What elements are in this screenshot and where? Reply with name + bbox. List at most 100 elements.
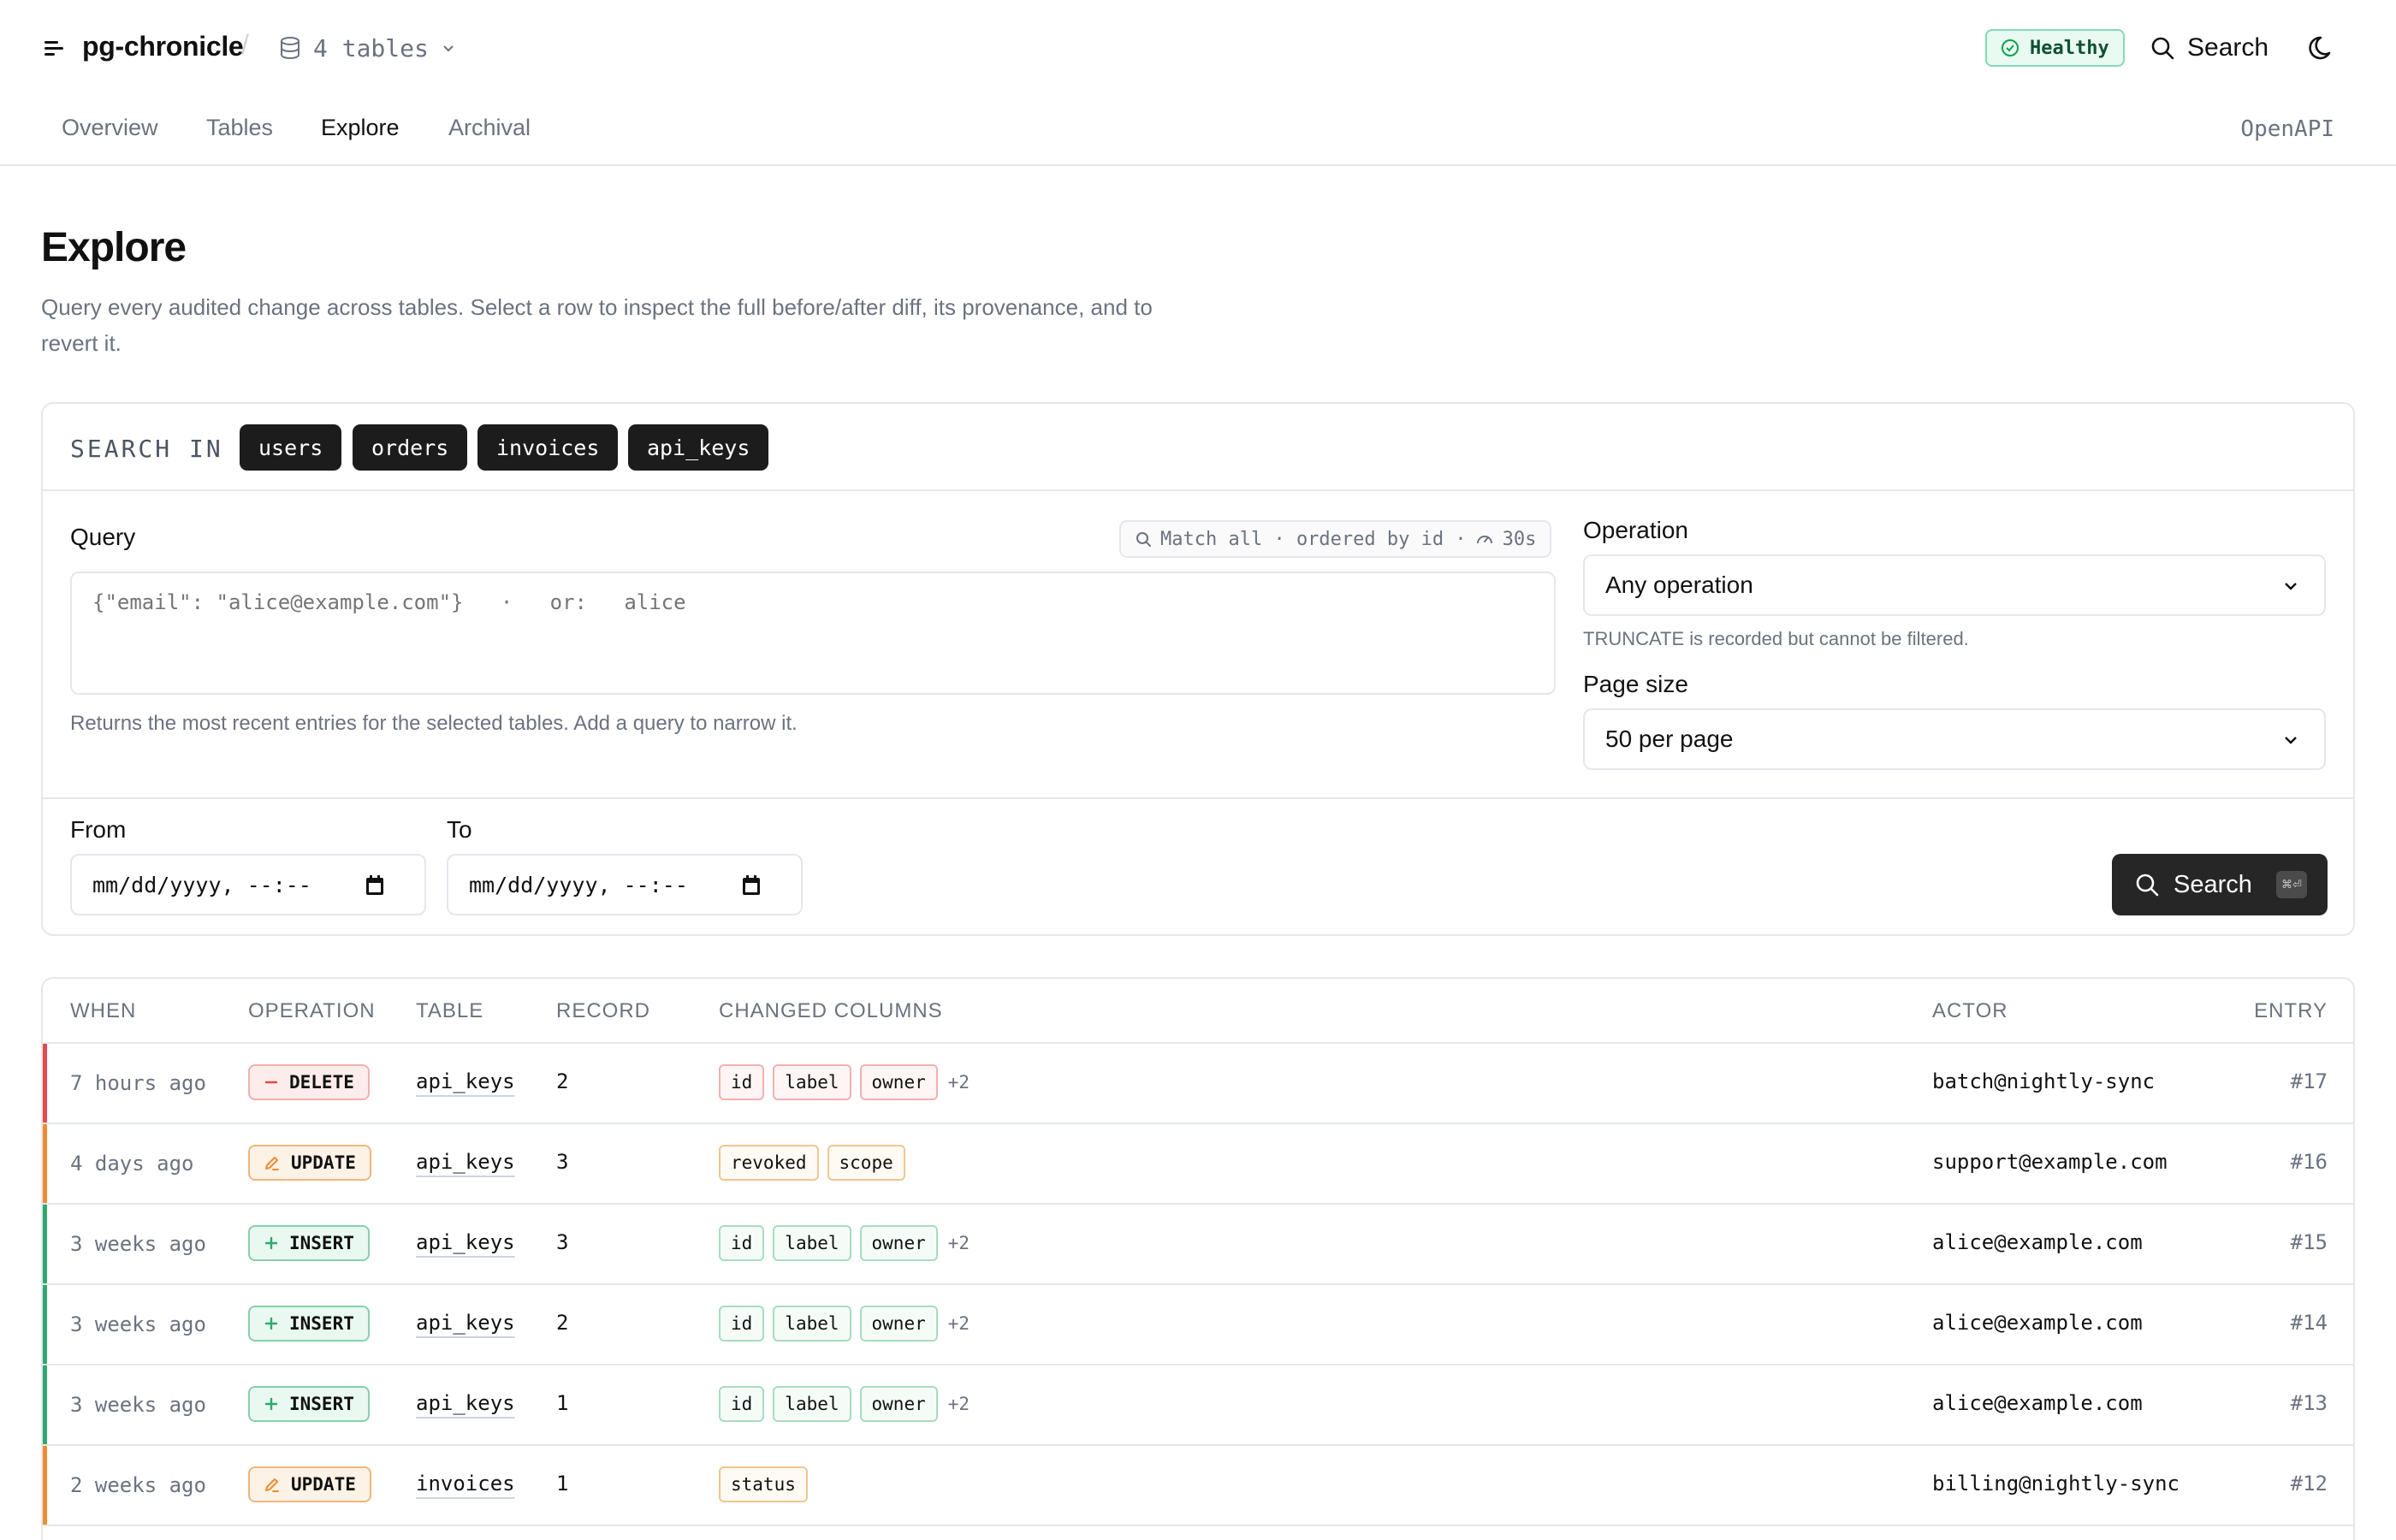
row-table-link[interactable]: invoices xyxy=(416,1472,515,1496)
search-button[interactable]: Search ⌘⏎ xyxy=(2112,854,2328,915)
page-description: Query every audited change across tables… xyxy=(41,294,1153,356)
tab-archival[interactable]: Archival xyxy=(448,115,531,141)
calendar-icon[interactable] xyxy=(365,874,385,897)
moon-icon[interactable] xyxy=(2305,31,2340,65)
table-row[interactable]: 2 weeks ago UPDATE invoices 1 status billing@… xyxy=(43,1446,2353,1526)
calendar-icon[interactable] xyxy=(741,874,762,897)
row-record: 2 xyxy=(556,1069,569,1093)
tab-explore[interactable]: Explore xyxy=(321,115,400,141)
column-header-actor[interactable]: ACTOR xyxy=(1932,999,2008,1023)
operation-badge: UPDATE xyxy=(248,1466,371,1502)
operation-select[interactable]: Any operation xyxy=(1583,554,2326,616)
column-chip: label xyxy=(773,1306,851,1342)
operation-help-text: TRUNCATE is recorded but cannot be filte… xyxy=(1583,628,1969,649)
plus-icon xyxy=(264,1397,278,1411)
search-icon xyxy=(2151,37,2174,60)
more-columns-count: +2 xyxy=(947,1072,970,1093)
changed-columns: revoked scope xyxy=(719,1145,905,1181)
tables-selector[interactable]: 4 tables xyxy=(279,31,456,65)
row-entry-id: #13 xyxy=(2290,1391,2328,1415)
row-entry-id: #17 xyxy=(2290,1069,2328,1093)
row-record: 1 xyxy=(556,1472,569,1496)
search-icon xyxy=(2136,874,2159,897)
menu-icon[interactable] xyxy=(41,34,68,62)
query-input[interactable] xyxy=(70,572,1556,695)
column-chip: revoked xyxy=(719,1145,819,1181)
operation-badge: UPDATE xyxy=(248,1145,371,1181)
operation-color-bar xyxy=(43,1044,47,1122)
table-row[interactable]: 3 weeks ago INSERT api_keys 1 id label owner +2… xyxy=(43,1365,2353,1446)
table-chip-invoices[interactable]: invoices xyxy=(477,424,619,471)
search-icon xyxy=(1136,532,1151,547)
operation-badge-label: DELETE xyxy=(289,1072,354,1093)
global-search-button[interactable]: Search xyxy=(2150,29,2268,67)
operation-badge: DELETE xyxy=(248,1064,370,1100)
operation-badge: INSERT xyxy=(248,1225,370,1261)
from-label: From xyxy=(70,816,127,843)
breadcrumb-separator: / xyxy=(241,29,249,60)
filter-panel: SEARCH IN users orders invoices api_keys… xyxy=(41,402,2355,936)
table-chip-orders[interactable]: orders xyxy=(353,424,468,471)
row-actor: alice@example.com xyxy=(1932,1391,2143,1415)
tab-tables[interactable]: Tables xyxy=(206,115,273,141)
changed-columns: id label owner +2 xyxy=(719,1306,970,1342)
operation-badge: INSERT xyxy=(248,1386,370,1422)
chevron-down-icon xyxy=(2285,737,2297,744)
column-header-when[interactable]: WHEN xyxy=(70,999,136,1023)
table-scope-row: SEARCH IN users orders invoices api_keys xyxy=(43,404,2353,491)
page-title: Explore xyxy=(41,225,187,270)
table-row[interactable]: 3 weeks ago INSERT api_keys 2 id label owner +2… xyxy=(43,1285,2353,1365)
column-chip: id xyxy=(719,1064,765,1100)
row-actor: batch@nightly-sync xyxy=(1932,1069,2156,1093)
column-chip: owner xyxy=(859,1225,938,1261)
operation-badge: INSERT xyxy=(248,1306,370,1342)
chevron-down-icon xyxy=(2285,583,2297,590)
check-circle-icon xyxy=(2002,39,2019,56)
row-table-link[interactable]: api_keys xyxy=(416,1391,515,1415)
row-entry-id: #15 xyxy=(2290,1230,2328,1254)
page-size-select[interactable]: 50 per page xyxy=(1583,708,2326,770)
to-date-input[interactable]: mm/dd/yyyy, --:-- xyxy=(447,854,803,915)
pencil-icon xyxy=(265,1157,279,1170)
row-table-link[interactable]: api_keys xyxy=(416,1230,515,1254)
pencil-icon xyxy=(265,1478,279,1492)
tab-overview[interactable]: Overview xyxy=(62,115,158,141)
operation-badge-label: INSERT xyxy=(289,1313,354,1334)
more-columns-count: +2 xyxy=(947,1313,970,1334)
column-header-entry[interactable]: ENTRY xyxy=(2254,999,2328,1023)
query-timeout: 30s xyxy=(1502,528,1537,550)
column-header-changed-columns[interactable]: CHANGED COLUMNS xyxy=(719,999,943,1023)
table-row[interactable]: 7 hours ago DELETE api_keys 2 id label owner +2… xyxy=(43,1044,2353,1124)
column-chip: id xyxy=(719,1386,765,1422)
table-header: WHEN OPERATION TABLE RECORD CHANGED COLU… xyxy=(43,979,2353,1044)
row-table-link[interactable]: api_keys xyxy=(416,1150,515,1174)
row-record: 3 xyxy=(556,1150,569,1174)
openapi-link[interactable]: OpenAPI xyxy=(2240,116,2334,142)
row-table-link[interactable]: api_keys xyxy=(416,1311,515,1335)
query-hint: Match all · ordered by id · 30s xyxy=(1119,520,1552,558)
table-row[interactable]: 3 weeks ago INSERT api_keys 3 id label owner +2… xyxy=(43,1205,2353,1285)
table-chip-users[interactable]: users xyxy=(240,424,342,471)
row-when: 3 weeks ago xyxy=(70,1232,206,1256)
top-bar: pg-chronicle / 4 tables Healthy Search xyxy=(0,0,2396,96)
row-entry-id: #12 xyxy=(2290,1472,2328,1496)
table-chip-api-keys[interactable]: api_keys xyxy=(628,424,769,471)
app-name[interactable]: pg-chronicle xyxy=(82,31,244,62)
column-chip: label xyxy=(773,1225,851,1261)
from-date-input[interactable]: mm/dd/yyyy, --:-- xyxy=(70,854,426,915)
from-date-placeholder: mm/dd/yyyy, --:-- xyxy=(92,872,311,897)
column-chip: label xyxy=(773,1064,851,1100)
row-table-link[interactable]: api_keys xyxy=(416,1069,515,1093)
plus-icon xyxy=(264,1317,278,1330)
column-header-table[interactable]: TABLE xyxy=(416,999,483,1023)
keyboard-shortcut-hint: ⌘⏎ xyxy=(2276,871,2307,898)
row-when: 2 weeks ago xyxy=(70,1473,206,1497)
database-icon xyxy=(281,37,300,60)
column-header-record[interactable]: RECORD xyxy=(556,999,650,1023)
to-date-placeholder: mm/dd/yyyy, --:-- xyxy=(469,872,688,897)
search-in-label: SEARCH IN xyxy=(70,435,223,463)
table-row[interactable]: 4 days ago UPDATE api_keys 3 revoked scope sup… xyxy=(43,1124,2353,1205)
filter-divider xyxy=(43,797,2353,799)
chevron-down-icon xyxy=(443,45,454,52)
column-header-operation[interactable]: OPERATION xyxy=(248,999,376,1023)
